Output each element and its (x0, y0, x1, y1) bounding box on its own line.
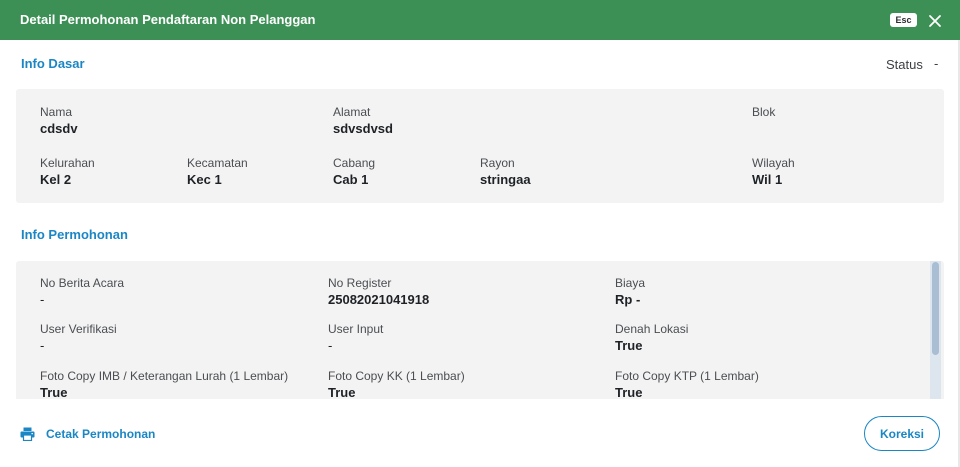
field-label: Kelurahan (40, 156, 95, 170)
field-value: - (40, 292, 45, 307)
field-blok: Blok (752, 105, 775, 121)
field-label: Denah Lokasi (615, 322, 689, 336)
field-label: Blok (752, 105, 776, 119)
field-label: Cabang (333, 156, 376, 170)
field-label: Wilayah (752, 156, 795, 170)
field-label: Biaya (615, 276, 646, 290)
field-value: - (328, 338, 333, 353)
field-value: Rp - (615, 292, 641, 307)
field-label: No Berita Acara (40, 276, 125, 290)
status-label: Status (886, 57, 923, 72)
field-foto-kk: Foto Copy KK (1 Lembar) True (328, 369, 465, 399)
status-value: - (934, 56, 939, 71)
info-dasar-title: Info Dasar (21, 56, 85, 71)
field-value: Kel 2 (40, 172, 72, 187)
esc-key-badge: Esc (890, 13, 917, 27)
field-value: cdsdv (40, 121, 78, 136)
field-value: - (40, 338, 45, 353)
koreksi-button[interactable]: Koreksi (864, 416, 940, 451)
field-label: User Input (328, 322, 384, 336)
field-alamat: Alamat sdvsdvsd (333, 105, 393, 137)
field-label: Rayon (480, 156, 515, 170)
info-permohonan-title: Info Permohonan (21, 227, 128, 242)
field-kelurahan: Kelurahan Kel 2 (40, 156, 95, 188)
field-nama: Nama cdsdv (40, 105, 78, 137)
field-label: Foto Copy KTP (1 Lembar) (615, 369, 759, 383)
field-value: True (328, 385, 356, 399)
field-no-berita-acara: No Berita Acara - (40, 276, 124, 308)
field-user-verifikasi: User Verifikasi - (40, 322, 117, 354)
close-icon[interactable] (926, 12, 944, 30)
field-value: True (40, 385, 68, 399)
printer-icon (20, 427, 35, 441)
field-foto-ktp: Foto Copy KTP (1 Lembar) True (615, 369, 759, 399)
field-label: Alamat (333, 105, 371, 119)
field-biaya: Biaya Rp - (615, 276, 645, 308)
field-value: True (615, 338, 643, 353)
field-label: Foto Copy KK (1 Lembar) (328, 369, 465, 383)
field-label: User Verifikasi (40, 322, 117, 336)
info-dasar-panel: Nama cdsdv Alamat sdvsdvsd Blok Keluraha… (16, 89, 944, 203)
field-value: True (615, 385, 643, 399)
field-foto-imb: Foto Copy IMB / Keterangan Lurah (1 Lemb… (40, 369, 288, 399)
field-rayon: Rayon stringaa (480, 156, 531, 188)
field-no-register: No Register 25082021041918 (328, 276, 429, 308)
field-kecamatan: Kecamatan Kec 1 (187, 156, 248, 188)
modal-title: Detail Permohonan Pendaftaran Non Pelang… (20, 12, 316, 27)
field-label: Foto Copy IMB / Keterangan Lurah (1 Lemb… (40, 369, 289, 383)
field-value: stringaa (480, 172, 531, 187)
field-label: Nama (40, 105, 73, 119)
cetak-permohonan-label: Cetak Permohonan (46, 427, 156, 441)
field-label: No Register (328, 276, 392, 290)
field-value: Cab 1 (333, 172, 369, 187)
modal-header: Detail Permohonan Pendaftaran Non Pelang… (0, 0, 960, 40)
field-cabang: Cabang Cab 1 (333, 156, 375, 188)
field-value: 25082021041918 (328, 292, 430, 307)
field-denah-lokasi: Denah Lokasi True (615, 322, 688, 354)
cetak-permohonan-link[interactable]: Cetak Permohonan (20, 425, 155, 443)
scrollbar-thumb[interactable] (932, 262, 939, 355)
field-value: sdvsdvsd (333, 121, 393, 136)
field-wilayah: Wilayah Wil 1 (752, 156, 795, 188)
field-user-input: User Input - (328, 322, 383, 354)
info-permohonan-panel: No Berita Acara - No Register 2508202104… (16, 261, 944, 399)
field-label: Kecamatan (187, 156, 248, 170)
field-value: Wil 1 (752, 172, 783, 187)
field-value: Kec 1 (187, 172, 222, 187)
